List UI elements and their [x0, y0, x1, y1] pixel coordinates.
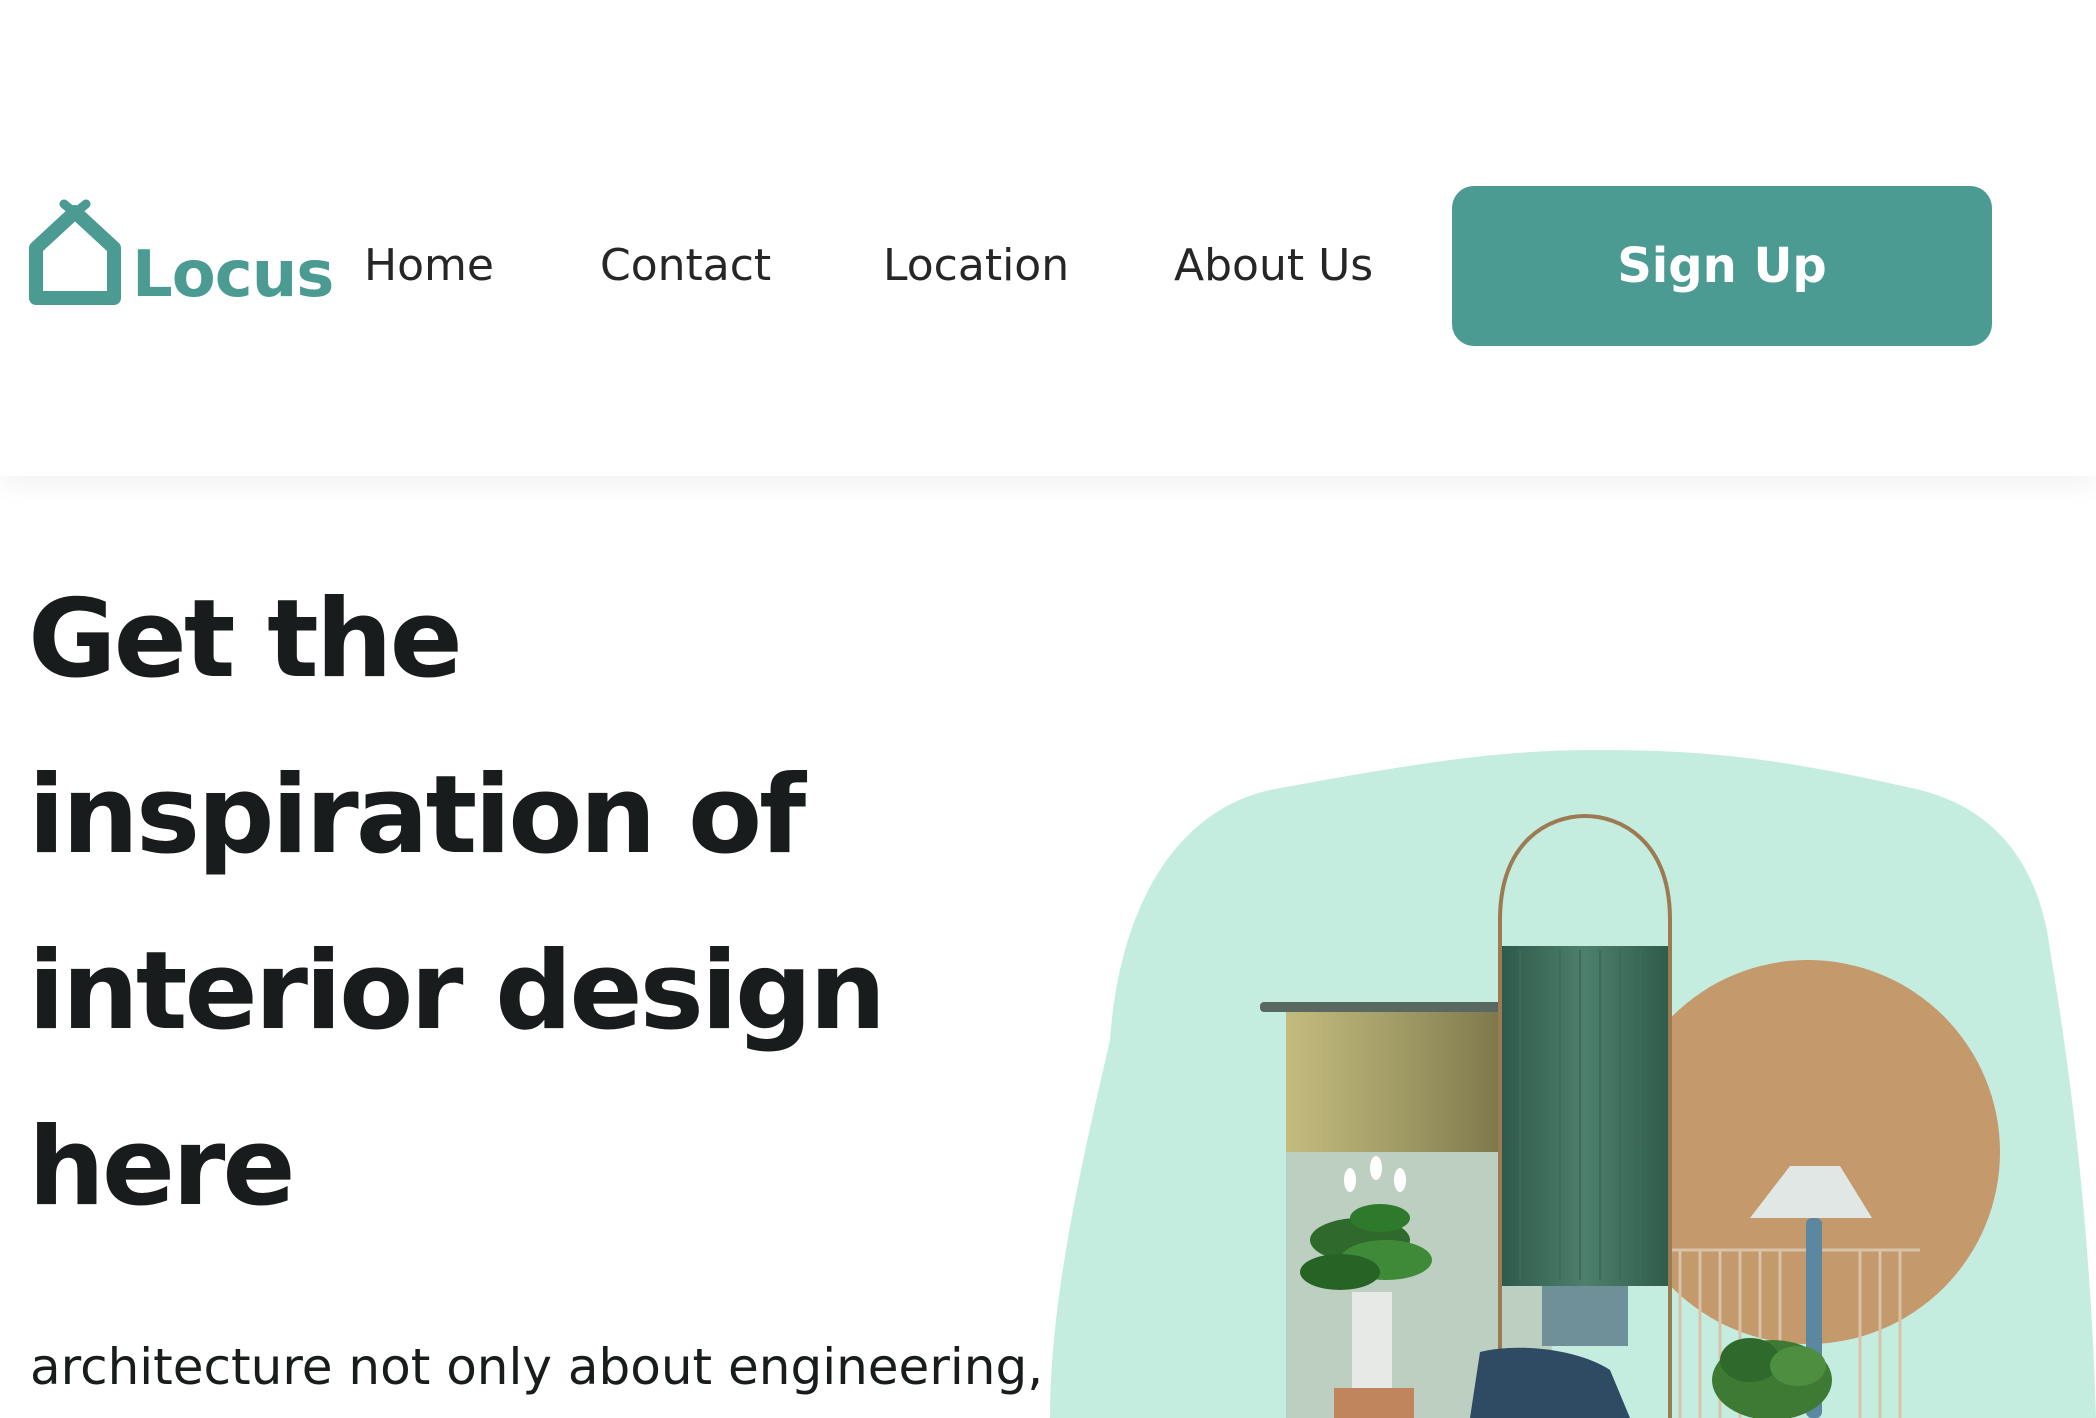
- nav-location[interactable]: Location: [883, 240, 1069, 291]
- interior-design-illustration: [1050, 750, 2096, 1418]
- hero-title: Get the inspiration of interior design h…: [28, 577, 886, 1230]
- hero-subtitle: architecture not only about engineering,: [30, 1338, 1044, 1396]
- brand-name: Locus: [132, 238, 334, 312]
- landing-page: Locus Home Contact Location About Us Sig…: [0, 0, 2096, 1418]
- pedestal: [1542, 1286, 1628, 1346]
- nav-contact[interactable]: Contact: [600, 240, 771, 291]
- nav-home[interactable]: Home: [364, 240, 494, 291]
- sign-up-button[interactable]: Sign Up: [1452, 186, 1992, 346]
- logo[interactable]: Locus: [28, 198, 348, 318]
- house-icon: [29, 199, 121, 305]
- site-header: Locus Home Contact Location About Us Sig…: [0, 0, 2096, 476]
- nav-about-us[interactable]: About Us: [1174, 240, 1373, 291]
- green-cabinet: [1502, 946, 1668, 1286]
- plant-right: [1712, 1338, 1832, 1418]
